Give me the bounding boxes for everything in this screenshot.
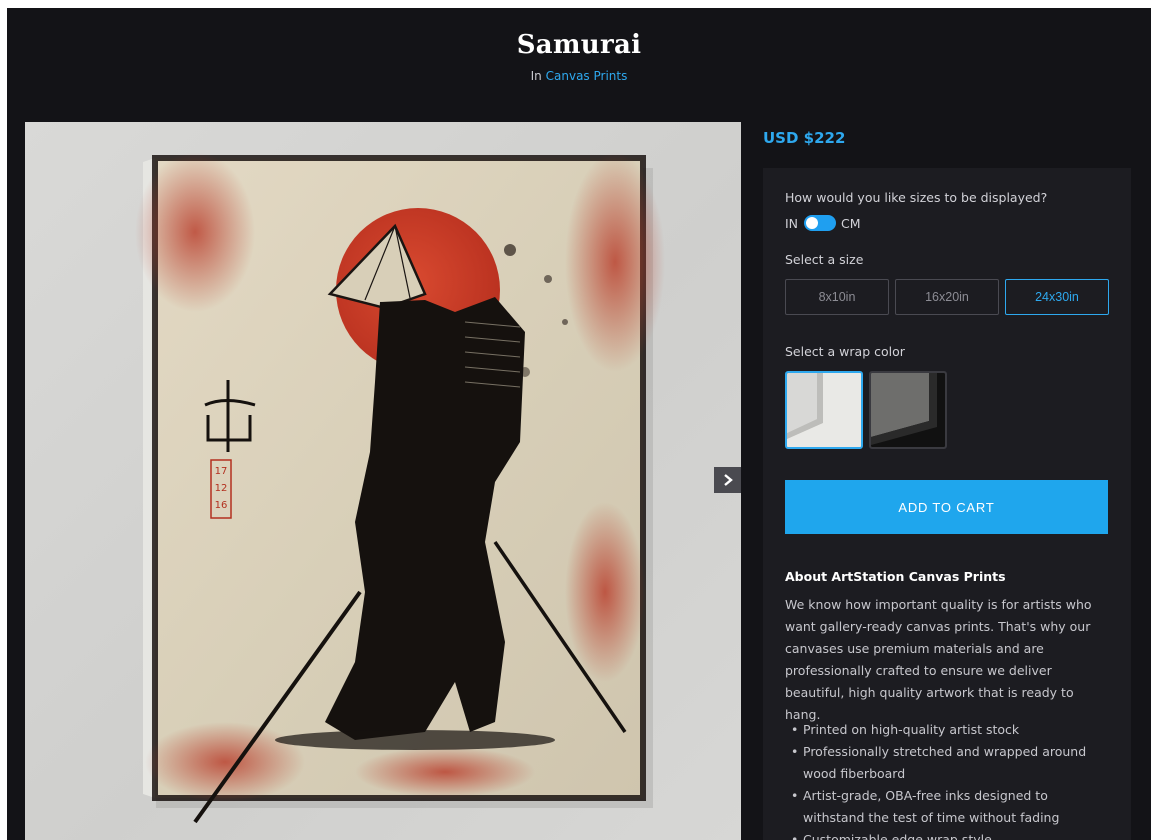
black-wrap-swatch-image bbox=[871, 373, 945, 447]
about-title: About ArtStation Canvas Prints bbox=[785, 569, 1006, 584]
canvas-artwork: 17 12 16 bbox=[135, 152, 665, 824]
date-stamp-day: 17 bbox=[215, 466, 228, 477]
wrap-options bbox=[785, 371, 953, 449]
list-item: Customizable edge wrap style bbox=[785, 829, 1110, 840]
options-panel: How would you like sizes to be displayed… bbox=[763, 168, 1131, 840]
size-label: Select a size bbox=[785, 252, 864, 267]
category-prefix: In bbox=[530, 69, 542, 83]
size-options: 8x10in 16x20in 24x30in bbox=[785, 279, 1115, 315]
size-option-16x20[interactable]: 16x20in bbox=[895, 279, 999, 315]
unit-toggle[interactable] bbox=[804, 215, 837, 231]
size-option-8x10[interactable]: 8x10in bbox=[785, 279, 889, 315]
feature-list: Printed on high-quality artist stock Pro… bbox=[785, 719, 1110, 840]
unit-cm-label: CM bbox=[841, 215, 861, 231]
list-item: Artist-grade, OBA-free inks designed to … bbox=[785, 785, 1110, 829]
price: USD $222 bbox=[763, 129, 846, 147]
red-splatter bbox=[135, 152, 255, 312]
size-option-24x30[interactable]: 24x30in bbox=[1005, 279, 1109, 315]
red-splatter bbox=[565, 502, 645, 682]
red-splatter bbox=[145, 722, 305, 802]
chevron-right-icon bbox=[723, 474, 733, 486]
wrap-option-white[interactable] bbox=[785, 371, 863, 449]
white-wrap-swatch-image bbox=[787, 373, 861, 447]
category-breadcrumb: In Canvas Prints bbox=[7, 69, 1151, 83]
product-page: Samurai In Canvas Prints 17 12 16 USD $2… bbox=[7, 8, 1151, 840]
next-image-button[interactable] bbox=[714, 467, 741, 493]
add-to-cart-button[interactable]: ADD TO CART bbox=[785, 480, 1108, 534]
date-stamp-month: 12 bbox=[215, 483, 228, 494]
red-splatter bbox=[355, 747, 535, 797]
red-splatter bbox=[565, 152, 665, 372]
list-item: Printed on high-quality artist stock bbox=[785, 719, 1110, 741]
wrap-label: Select a wrap color bbox=[785, 344, 905, 359]
wrap-option-black[interactable] bbox=[869, 371, 947, 449]
date-stamp-year: 16 bbox=[215, 500, 228, 511]
product-image[interactable]: 17 12 16 bbox=[25, 122, 741, 840]
about-text: We know how important quality is for art… bbox=[785, 597, 1092, 722]
category-link[interactable]: Canvas Prints bbox=[546, 69, 628, 83]
list-item: Professionally stretched and wrapped aro… bbox=[785, 741, 1110, 785]
page-title: Samurai bbox=[516, 30, 642, 60]
units-question: How would you like sizes to be displayed… bbox=[785, 190, 1048, 205]
unit-toggle-row: IN CM bbox=[785, 215, 861, 231]
unit-in-label: IN bbox=[785, 215, 799, 231]
toggle-knob bbox=[806, 217, 819, 229]
